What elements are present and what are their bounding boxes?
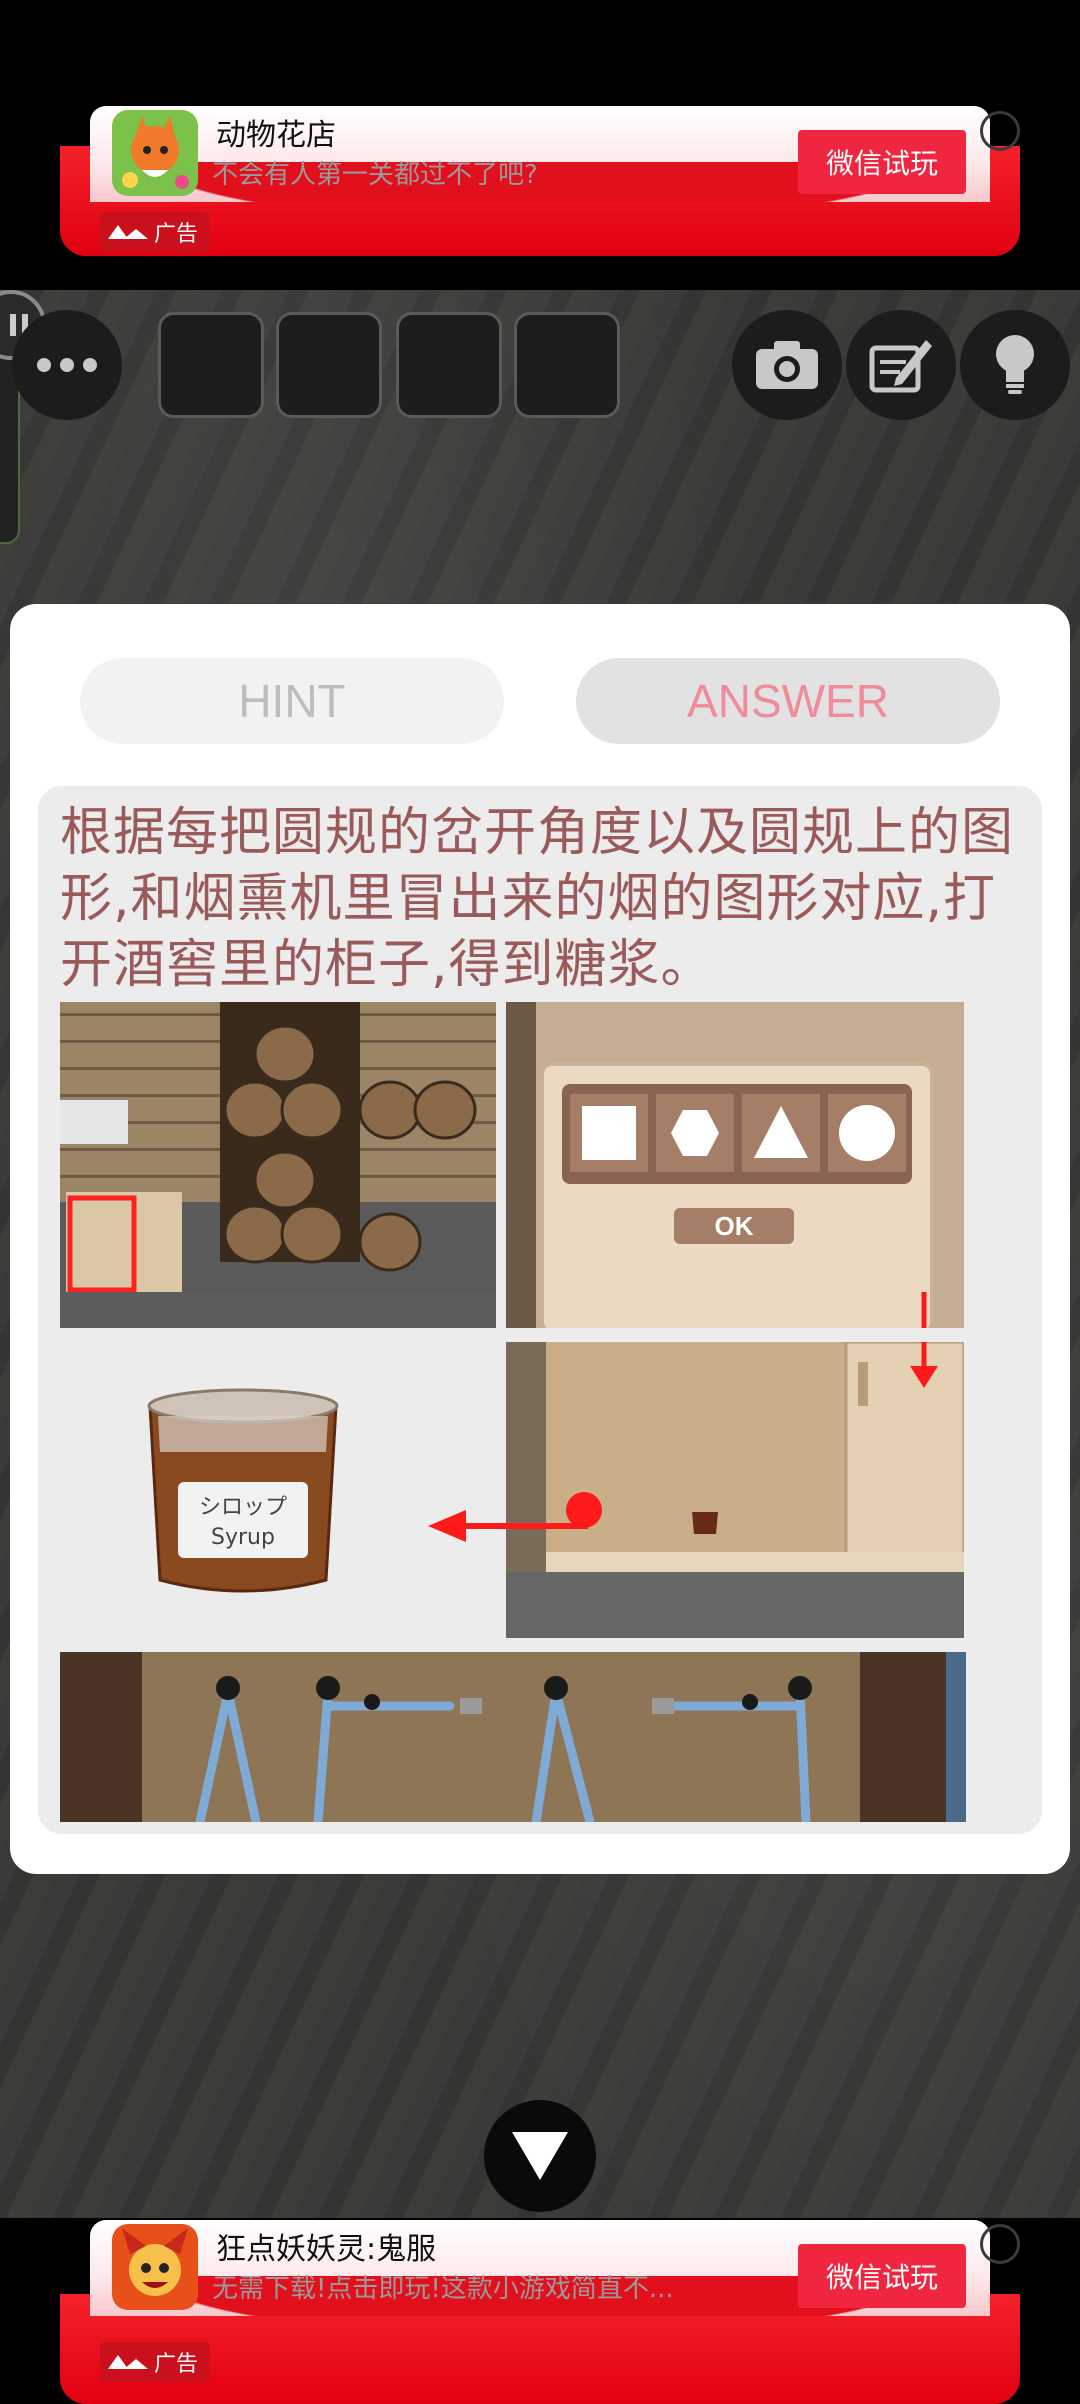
ok-label: OK — [715, 1211, 754, 1241]
ad-play-button[interactable]: 微信试玩 — [798, 2244, 966, 2308]
open-cabinet-image — [506, 1342, 964, 1638]
inventory-slot[interactable] — [158, 312, 264, 418]
ad-play-button[interactable]: 微信试玩 — [798, 130, 966, 194]
ad-network-logo-icon — [108, 2355, 148, 2369]
memo-pencil-icon[interactable] — [846, 310, 956, 420]
shape-lock-image: OK — [506, 1002, 964, 1328]
syrup-label-jp: シロップ — [199, 1495, 287, 1520]
compass-board-image — [60, 1652, 966, 1822]
inventory-slot[interactable] — [514, 312, 620, 418]
ad-card[interactable]: 动物花店 不会有人第一关都过不了吧? 微信试玩 — [90, 106, 990, 202]
app-icon-monster-game[interactable] — [112, 2224, 198, 2310]
ad-title: 动物花店 — [216, 118, 336, 153]
answer-text: 根据每把圆规的岔开角度以及圆规上的图形,和烟熏机里冒出来的烟的图形对应,打开酒窖… — [60, 803, 1015, 995]
syrup-jar-image: シロップ Syrup — [128, 1386, 358, 1606]
ad-label: 广告 — [100, 212, 210, 252]
ad-label-text: 广告 — [154, 2352, 199, 2377]
ad-card[interactable]: 狂点妖妖灵:鬼服 无需下载!点击即玩!这款小游戏简直不... 微信试玩 — [90, 2220, 990, 2316]
arrow-left-icon — [428, 1510, 588, 1542]
inventory-slot[interactable] — [396, 312, 502, 418]
ad-close-icon[interactable] — [980, 2224, 1020, 2264]
top-ad-banner[interactable]: 动物花店 不会有人第一关都过不了吧? 微信试玩 广告 — [0, 0, 1080, 290]
hint-answer-dialog: HINT ANSWER 根据每把圆规的岔开角度以及圆规上的图形,和烟熏机里冒出来… — [10, 604, 1070, 1874]
ad-network-logo-icon — [108, 225, 148, 239]
down-triangle-icon[interactable] — [484, 2100, 596, 2212]
more-dots-icon[interactable] — [12, 310, 122, 420]
bottom-ad-banner[interactable]: 狂点妖妖灵:鬼服 无需下载!点击即玩!这款小游戏简直不... 微信试玩 广告 — [0, 2218, 1080, 2404]
inventory-slot[interactable] — [276, 312, 382, 418]
wine-cellar-image — [60, 1002, 496, 1328]
ad-close-icon[interactable] — [980, 111, 1020, 151]
ad-subtitle: 不会有人第一关都过不了吧? — [212, 160, 538, 190]
answer-panel: 根据每把圆规的岔开角度以及圆规上的图形,和烟熏机里冒出来的烟的图形对应,打开酒窖… — [38, 786, 1042, 1834]
syrup-label-en: Syrup — [211, 1525, 275, 1550]
ad-subtitle: 无需下载!点击即玩!这款小游戏简直不... — [212, 2274, 674, 2304]
ad-label: 广告 — [100, 2342, 210, 2382]
camera-icon[interactable] — [732, 310, 842, 420]
tab-answer[interactable]: ANSWER — [576, 658, 1000, 744]
app-icon-animal-flower-shop[interactable] — [112, 110, 198, 196]
tab-hint[interactable]: HINT — [80, 658, 504, 744]
lightbulb-icon[interactable] — [960, 310, 1070, 420]
ad-label-text: 广告 — [154, 222, 199, 247]
ad-title: 狂点妖妖灵:鬼服 — [216, 2232, 437, 2267]
